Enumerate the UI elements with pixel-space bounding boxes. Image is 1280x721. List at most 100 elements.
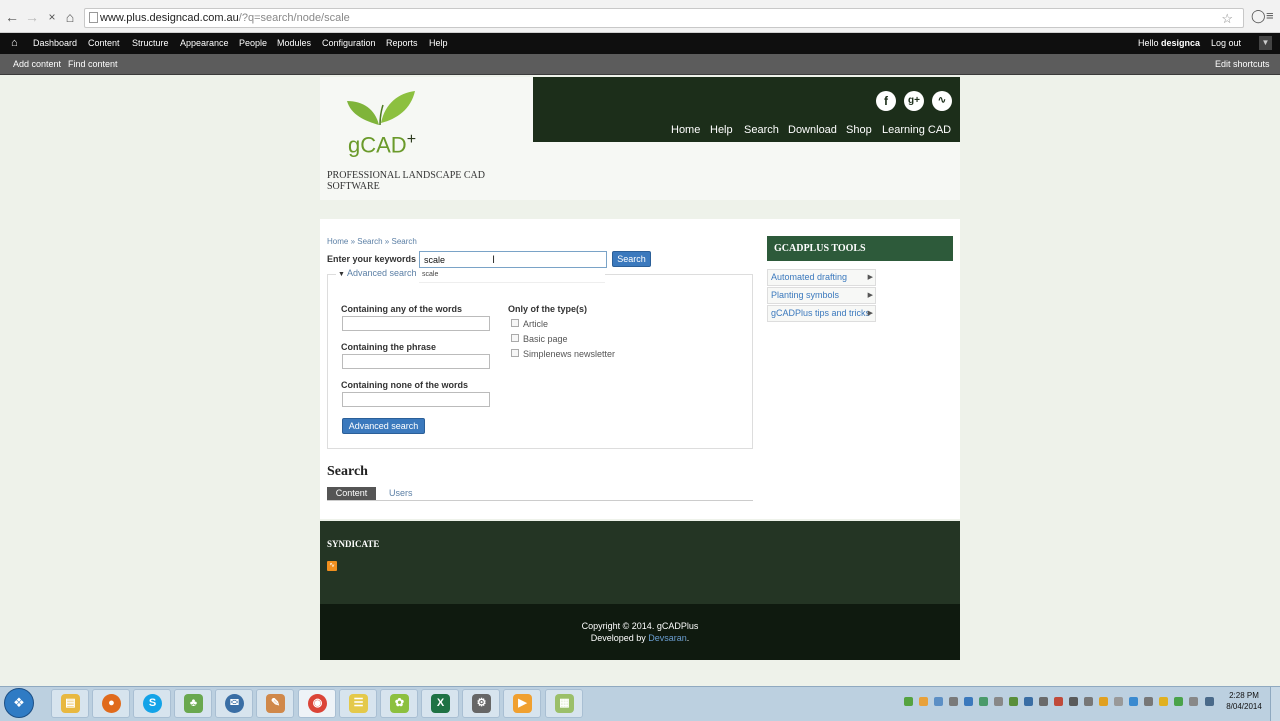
tray-icon[interactable] <box>1069 697 1078 706</box>
start-button[interactable]: ❖ <box>4 688 34 718</box>
toolbar-content[interactable]: Content <box>88 38 120 48</box>
search-button[interactable]: Search <box>612 251 651 267</box>
tray-icon[interactable] <box>1144 697 1153 706</box>
back-icon[interactable]: ← <box>4 9 20 25</box>
tray-icon[interactable] <box>1129 697 1138 706</box>
google-plus-icon[interactable]: g+ <box>904 91 924 111</box>
thunderbird-taskbar-button[interactable]: ✉ <box>215 689 253 718</box>
tool-taskbar-button[interactable]: ⚙ <box>462 689 500 718</box>
tray-icon[interactable] <box>1039 697 1048 706</box>
logo-text[interactable]: gCAD+ <box>348 131 416 158</box>
skype-icon: S <box>143 694 162 713</box>
menu-home[interactable]: Home <box>671 124 700 136</box>
system-clock[interactable]: 2:28 PM 8/04/2014 <box>1224 690 1264 712</box>
toolbar-configuration[interactable]: Configuration <box>322 38 376 48</box>
site-header: gCAD+ PROFESSIONAL LANDSCAPE CAD SOFTWAR… <box>320 77 960 200</box>
toolbar-reports[interactable]: Reports <box>386 38 418 48</box>
menu-help[interactable]: Help <box>710 124 733 136</box>
toolbar-logout[interactable]: Log out <box>1211 38 1241 48</box>
paint-taskbar-button[interactable]: ✎ <box>256 689 294 718</box>
toolbar-structure[interactable]: Structure <box>132 38 169 48</box>
autocomplete-suggestion[interactable]: scale <box>419 269 605 283</box>
address-bar[interactable]: www.plus.designcad.com.au/?q=search/node… <box>84 8 1244 28</box>
tray-icon[interactable] <box>934 697 943 706</box>
notes-taskbar-button[interactable]: ☰ <box>339 689 377 718</box>
facebook-icon[interactable]: f <box>876 91 896 111</box>
menu-shop[interactable]: Shop <box>846 124 872 136</box>
advanced-search-button[interactable]: Advanced search <box>342 418 425 434</box>
tray-icon[interactable] <box>949 697 958 706</box>
advanced-search-toggle[interactable]: ▼ Advanced search <box>336 268 419 278</box>
toolbar-home-icon[interactable]: ⌂ <box>11 37 18 49</box>
explorer-taskbar-button[interactable]: ▤ <box>51 689 89 718</box>
rss-icon[interactable]: ∿ <box>932 91 952 111</box>
forward-icon[interactable]: → <box>24 9 40 25</box>
type-basic-page-label: Basic page <box>523 334 568 344</box>
toolbar-modules[interactable]: Modules <box>277 38 311 48</box>
tab-users[interactable]: Users <box>389 488 413 498</box>
shortcut-find-content[interactable]: Find content <box>68 59 118 69</box>
toolbar-people[interactable]: People <box>239 38 267 48</box>
tray-icon[interactable] <box>1009 697 1018 706</box>
type-basic-page-checkbox[interactable] <box>511 334 519 342</box>
developer-link[interactable]: Devsaran <box>648 633 687 643</box>
phrase-input[interactable] <box>342 354 490 369</box>
tray-icon[interactable] <box>1159 697 1168 706</box>
tray-icon[interactable] <box>904 697 913 706</box>
toolbar-hello[interactable]: Hello designca <box>1138 38 1200 48</box>
any-words-label: Containing any of the words <box>341 304 462 314</box>
collapse-arrow-icon: ▼ <box>338 271 345 278</box>
bookmark-star-icon[interactable]: ☆ <box>1221 11 1233 27</box>
feed-icon[interactable]: ∿ <box>327 561 337 571</box>
toolbar-appearance[interactable]: Appearance <box>180 38 229 48</box>
skype-taskbar-button[interactable]: S <box>133 689 171 718</box>
viewer-taskbar-button[interactable]: ▦ <box>545 689 583 718</box>
toolbar-toggle-icon[interactable]: ▼ <box>1259 36 1272 50</box>
menu-icon[interactable]: ≡ <box>1266 8 1274 23</box>
tray-icon[interactable] <box>1189 697 1198 706</box>
none-words-input[interactable] <box>342 392 490 407</box>
chrome-taskbar-button[interactable]: ◉ <box>298 689 336 718</box>
footer-top: SYNDICATE ∿ <box>320 521 960 604</box>
tray-icon[interactable] <box>1174 697 1183 706</box>
edit-shortcuts-link[interactable]: Edit shortcuts <box>1215 59 1270 69</box>
type-newsletter-checkbox[interactable] <box>511 349 519 357</box>
gcad-taskbar-button[interactable]: ✿ <box>380 689 418 718</box>
tray-icon[interactable] <box>919 697 928 706</box>
hello-prefix: Hello <box>1138 38 1162 48</box>
breadcrumb[interactable]: Home » Search » Search <box>327 237 417 246</box>
stop-loading-icon[interactable]: × <box>44 9 60 25</box>
show-desktop-button[interactable] <box>1270 687 1280 721</box>
tray-icon[interactable] <box>1084 697 1093 706</box>
tray-icon[interactable] <box>1024 697 1033 706</box>
tab-content[interactable]: Content <box>327 487 376 500</box>
tray-icon[interactable] <box>964 697 973 706</box>
sidebar-item-label: Planting symbols <box>771 290 840 300</box>
home-icon[interactable]: ⌂ <box>62 9 78 25</box>
volume-icon[interactable] <box>1114 697 1123 706</box>
type-article-checkbox[interactable] <box>511 319 519 327</box>
tray-icon[interactable] <box>979 697 988 706</box>
shortcut-add-content[interactable]: Add content <box>13 59 61 69</box>
menu-learning-cad[interactable]: Learning CAD <box>882 124 951 136</box>
logo-leaves-icon[interactable] <box>345 87 415 127</box>
sidebar-item-tips[interactable]: gCADPlus tips and tricks ▶ <box>767 305 876 322</box>
toolbar-dashboard[interactable]: Dashboard <box>33 38 77 48</box>
extension-icon[interactable]: ◯ <box>1251 8 1266 24</box>
tray-icon[interactable] <box>1099 697 1108 706</box>
keywords-input[interactable] <box>419 251 607 268</box>
header-nav-panel: f g+ ∿ Home Help Search Download Shop Le… <box>533 77 960 142</box>
firefox-taskbar-button[interactable]: ● <box>92 689 130 718</box>
tray-icon[interactable] <box>994 697 1003 706</box>
sidebar-item-planting-symbols[interactable]: Planting symbols ▶ <box>767 287 876 304</box>
menu-download[interactable]: Download <box>788 124 837 136</box>
app-taskbar-button[interactable]: ♣ <box>174 689 212 718</box>
network-icon[interactable] <box>1205 697 1214 706</box>
any-words-input[interactable] <box>342 316 490 331</box>
tray-icon[interactable] <box>1054 697 1063 706</box>
toolbar-help[interactable]: Help <box>429 38 448 48</box>
menu-search[interactable]: Search <box>744 124 779 136</box>
media-taskbar-button[interactable]: ▶ <box>503 689 541 718</box>
excel-taskbar-button[interactable]: X <box>421 689 459 718</box>
sidebar-item-automated-drafting[interactable]: Automated drafting ▶ <box>767 269 876 286</box>
